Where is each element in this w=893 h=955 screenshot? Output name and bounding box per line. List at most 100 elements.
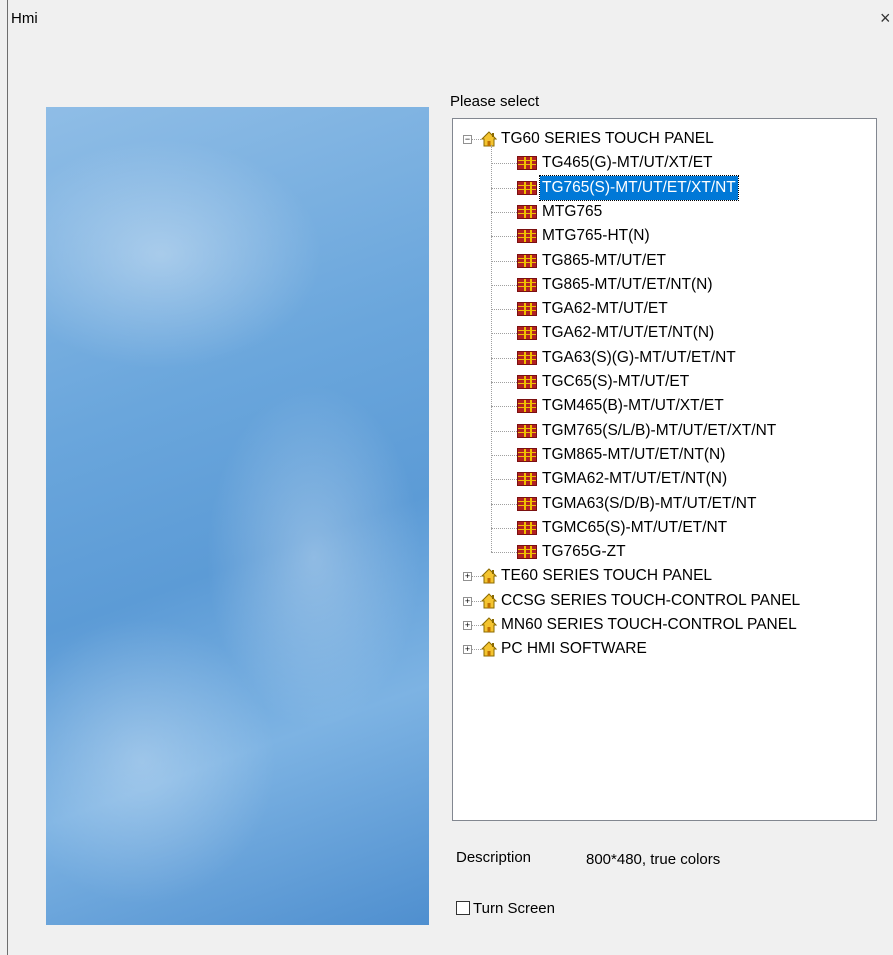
touch-panel-icon — [517, 180, 537, 195]
tree-connector — [491, 260, 517, 262]
touch-panel-icon — [517, 496, 537, 511]
tree-item-label[interactable]: MTG765-HT(N) — [540, 224, 652, 248]
house-icon — [480, 592, 498, 609]
tree-connector — [491, 357, 517, 359]
expand-toggle-icon[interactable]: + — [463, 645, 472, 655]
tree-connector — [472, 576, 481, 578]
turn-screen-label[interactable]: Turn Screen — [473, 900, 555, 917]
collapse-toggle-icon[interactable]: − — [463, 135, 472, 144]
tree-item-label[interactable]: TGA62-MT/UT/ET/NT(N) — [540, 321, 716, 345]
model-tree[interactable]: − TG60 SERIES TOUCH PANEL TG465(G)-MT/UT/X… — [452, 118, 877, 821]
tree-connector — [472, 649, 481, 651]
tree-item-label[interactable]: TGM765(S/L/B)-MT/UT/ET/XT/NT — [540, 419, 778, 443]
tree-group-row[interactable]: − TG60 SERIES TOUCH PANEL — [453, 127, 873, 151]
tree-item-row[interactable]: TGMA62-MT/UT/ET/NT(N) — [453, 467, 873, 491]
tree-item-label[interactable]: MTG765 — [540, 200, 604, 224]
tree-item-label[interactable]: TG765G-ZT — [540, 540, 628, 564]
tree-connector — [491, 430, 517, 432]
tree-group-row[interactable]: + TE60 SERIES TOUCH PANEL — [453, 564, 873, 588]
tree-item-row[interactable]: TGMA63(S/D/B)-MT/UT/ET/NT — [453, 492, 873, 516]
touch-panel-icon — [517, 253, 537, 268]
description-value: 800*480, true colors — [586, 851, 721, 868]
tree-connector — [491, 284, 517, 286]
tree-item-label[interactable]: TGMC65(S)-MT/UT/ET/NT — [540, 516, 729, 540]
tree-item-label[interactable]: TGM465(B)-MT/UT/XT/ET — [540, 394, 726, 418]
tree-item-row[interactable]: TG765(S)-MT/UT/ET/XT/NT — [453, 174, 873, 201]
tree-connector — [491, 236, 517, 238]
tree-connector — [491, 406, 517, 408]
touch-panel-icon — [517, 545, 537, 560]
tree-group-label[interactable]: TG60 SERIES TOUCH PANEL — [499, 127, 716, 151]
tree-item-row[interactable]: TG865-MT/UT/ET/NT(N) — [453, 273, 873, 297]
tree-item-row[interactable]: TGMC65(S)-MT/UT/ET/NT — [453, 516, 873, 540]
touch-panel-icon — [517, 229, 537, 244]
tree-group-label[interactable]: MN60 SERIES TOUCH-CONTROL PANEL — [499, 613, 799, 637]
expand-toggle-icon[interactable]: + — [463, 621, 472, 630]
tree-connector — [472, 600, 481, 602]
touch-panel-icon — [517, 277, 537, 292]
touch-panel-icon — [517, 350, 537, 365]
tree-item-row[interactable]: MTG765 — [453, 200, 873, 224]
description-label: Description — [456, 849, 532, 866]
tree-item-label[interactable]: TG465(G)-MT/UT/XT/ET — [540, 151, 715, 175]
expand-toggle-icon[interactable]: + — [463, 572, 472, 582]
tree-group-row[interactable]: + CCSG SERIES TOUCH-CONTROL PANEL — [453, 589, 873, 613]
tree-item-label[interactable]: TGA62-MT/UT/ET — [540, 297, 670, 321]
tree-item-row[interactable]: TGC65(S)-MT/UT/ET — [453, 370, 873, 394]
tree-connector — [491, 211, 517, 213]
tree-connector — [472, 139, 481, 140]
close-button[interactable]: × — [880, 6, 893, 30]
tree-item-label[interactable]: TG865-MT/UT/ET/NT(N) — [540, 273, 715, 297]
preview-image — [46, 107, 429, 925]
tree-group-label[interactable]: TE60 SERIES TOUCH PANEL — [499, 564, 714, 588]
house-icon — [480, 641, 498, 657]
tree-connector — [491, 187, 517, 189]
tree-item-label[interactable]: TGC65(S)-MT/UT/ET — [540, 370, 691, 394]
touch-panel-icon — [517, 520, 537, 535]
tree-connector — [491, 309, 517, 311]
expand-toggle-icon[interactable]: + — [463, 596, 472, 606]
tree-connector — [491, 145, 492, 553]
tree-connector — [491, 382, 517, 383]
touch-panel-icon — [517, 447, 537, 462]
tree-item-row[interactable]: TGM465(B)-MT/UT/XT/ET — [453, 394, 873, 418]
tree-item-row[interactable]: MTG765-HT(N) — [453, 224, 873, 248]
touch-panel-icon — [517, 302, 537, 317]
house-icon — [480, 617, 498, 633]
tree-item-label[interactable]: TGA63(S)(G)-MT/UT/ET/NT — [540, 346, 738, 370]
tree-item-label[interactable]: TG765(S)-MT/UT/ET/XT/NT — [539, 174, 739, 201]
tree-item-row[interactable]: TGA62-MT/UT/ET/NT(N) — [453, 321, 873, 345]
touch-panel-icon — [517, 326, 537, 341]
tree-item-label[interactable]: TGMA63(S/D/B)-MT/UT/ET/NT — [540, 492, 758, 516]
touch-panel-icon — [517, 204, 537, 219]
tree-connector — [491, 479, 517, 481]
tree-connector — [491, 333, 517, 335]
window-title: Hmi — [11, 10, 38, 27]
tree-connector — [491, 552, 517, 554]
tree-group-label[interactable]: CCSG SERIES TOUCH-CONTROL PANEL — [499, 589, 802, 613]
house-icon — [480, 568, 498, 584]
tree-group-row[interactable]: + MN60 SERIES TOUCH-CONTROL PANEL — [453, 613, 873, 637]
tree-item-row[interactable]: TG465(G)-MT/UT/XT/ET — [453, 151, 873, 175]
tree-group-label[interactable]: PC HMI SOFTWARE — [499, 637, 649, 661]
tree-item-label[interactable]: TG865-MT/UT/ET — [540, 249, 668, 273]
tree-item-row[interactable]: TGA63(S)(G)-MT/UT/ET/NT — [453, 346, 873, 370]
tree-item-row[interactable]: TG765G-ZT — [453, 540, 873, 564]
tree-item-row[interactable]: TGA62-MT/UT/ET — [453, 297, 873, 321]
tree-item-label[interactable]: TGM865-MT/UT/ET/NT(N) — [540, 443, 727, 467]
touch-panel-icon — [517, 375, 537, 389]
tree-connector — [491, 503, 517, 505]
tree-connector — [491, 527, 517, 529]
tree-item-label[interactable]: TGMA62-MT/UT/ET/NT(N) — [540, 467, 729, 491]
touch-panel-icon — [517, 156, 537, 171]
tree-item-row[interactable]: TGM765(S/L/B)-MT/UT/ET/XT/NT — [453, 419, 873, 443]
touch-panel-icon — [517, 423, 537, 438]
tree-connector — [491, 163, 517, 165]
tree-item-row[interactable]: TGM865-MT/UT/ET/NT(N) — [453, 443, 873, 467]
window-left-border — [7, 0, 8, 955]
tree-group-row[interactable]: + PC HMI SOFTWARE — [453, 637, 873, 661]
tree-item-row[interactable]: TG865-MT/UT/ET — [453, 249, 873, 273]
house-icon — [480, 131, 498, 147]
touch-panel-icon — [517, 472, 537, 487]
turn-screen-checkbox[interactable] — [456, 901, 470, 915]
